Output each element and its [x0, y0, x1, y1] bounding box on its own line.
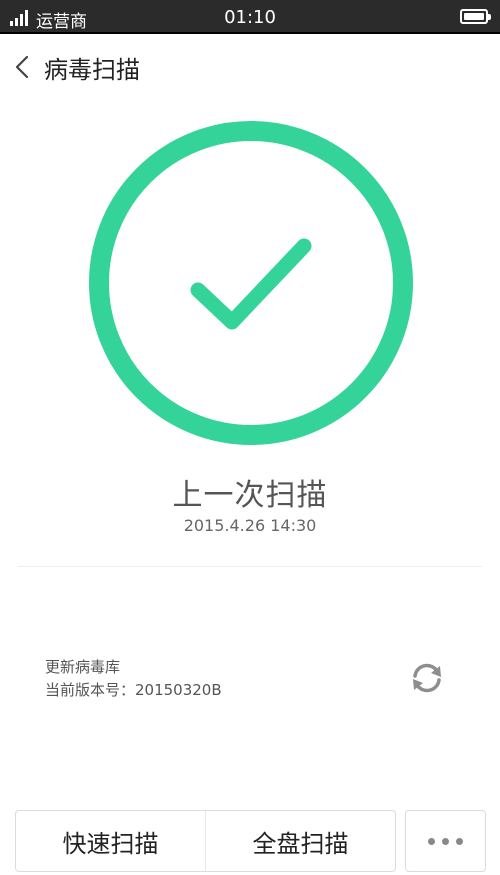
header: 病毒扫描 [0, 36, 500, 98]
screen: 运营商 01:10 病毒扫描 上一次扫描 2015.4.26 14:30 更新病… [0, 0, 500, 875]
scan-button-group: 快速扫描 全盘扫描 [15, 810, 396, 872]
more-dots-icon [428, 837, 435, 845]
quick-scan-button[interactable]: 快速扫描 [16, 811, 205, 871]
full-scan-button[interactable]: 全盘扫描 [205, 811, 395, 871]
refresh-button[interactable] [407, 658, 447, 698]
virus-db-info: 更新病毒库 当前版本号：20150320B [45, 656, 222, 702]
battery-icon [460, 9, 491, 24]
status-time: 01:10 [224, 7, 276, 28]
update-db-label: 更新病毒库 [45, 658, 121, 676]
last-scan-time: 2015.4.26 14:30 [183, 516, 317, 535]
divider [18, 566, 482, 567]
more-button[interactable] [405, 810, 486, 872]
bottom-action-bar: 快速扫描 全盘扫描 [15, 810, 486, 872]
last-scan-title: 上一次扫描 [172, 478, 328, 513]
check-circle-icon [89, 121, 413, 445]
back-button[interactable] [6, 48, 40, 86]
refresh-icon [413, 663, 441, 693]
db-version: 当前版本号：20150320B [45, 681, 222, 699]
status-bar: 运营商 01:10 [0, 0, 500, 34]
page-title: 病毒扫描 [44, 56, 140, 84]
chevron-left-icon [15, 55, 29, 79]
